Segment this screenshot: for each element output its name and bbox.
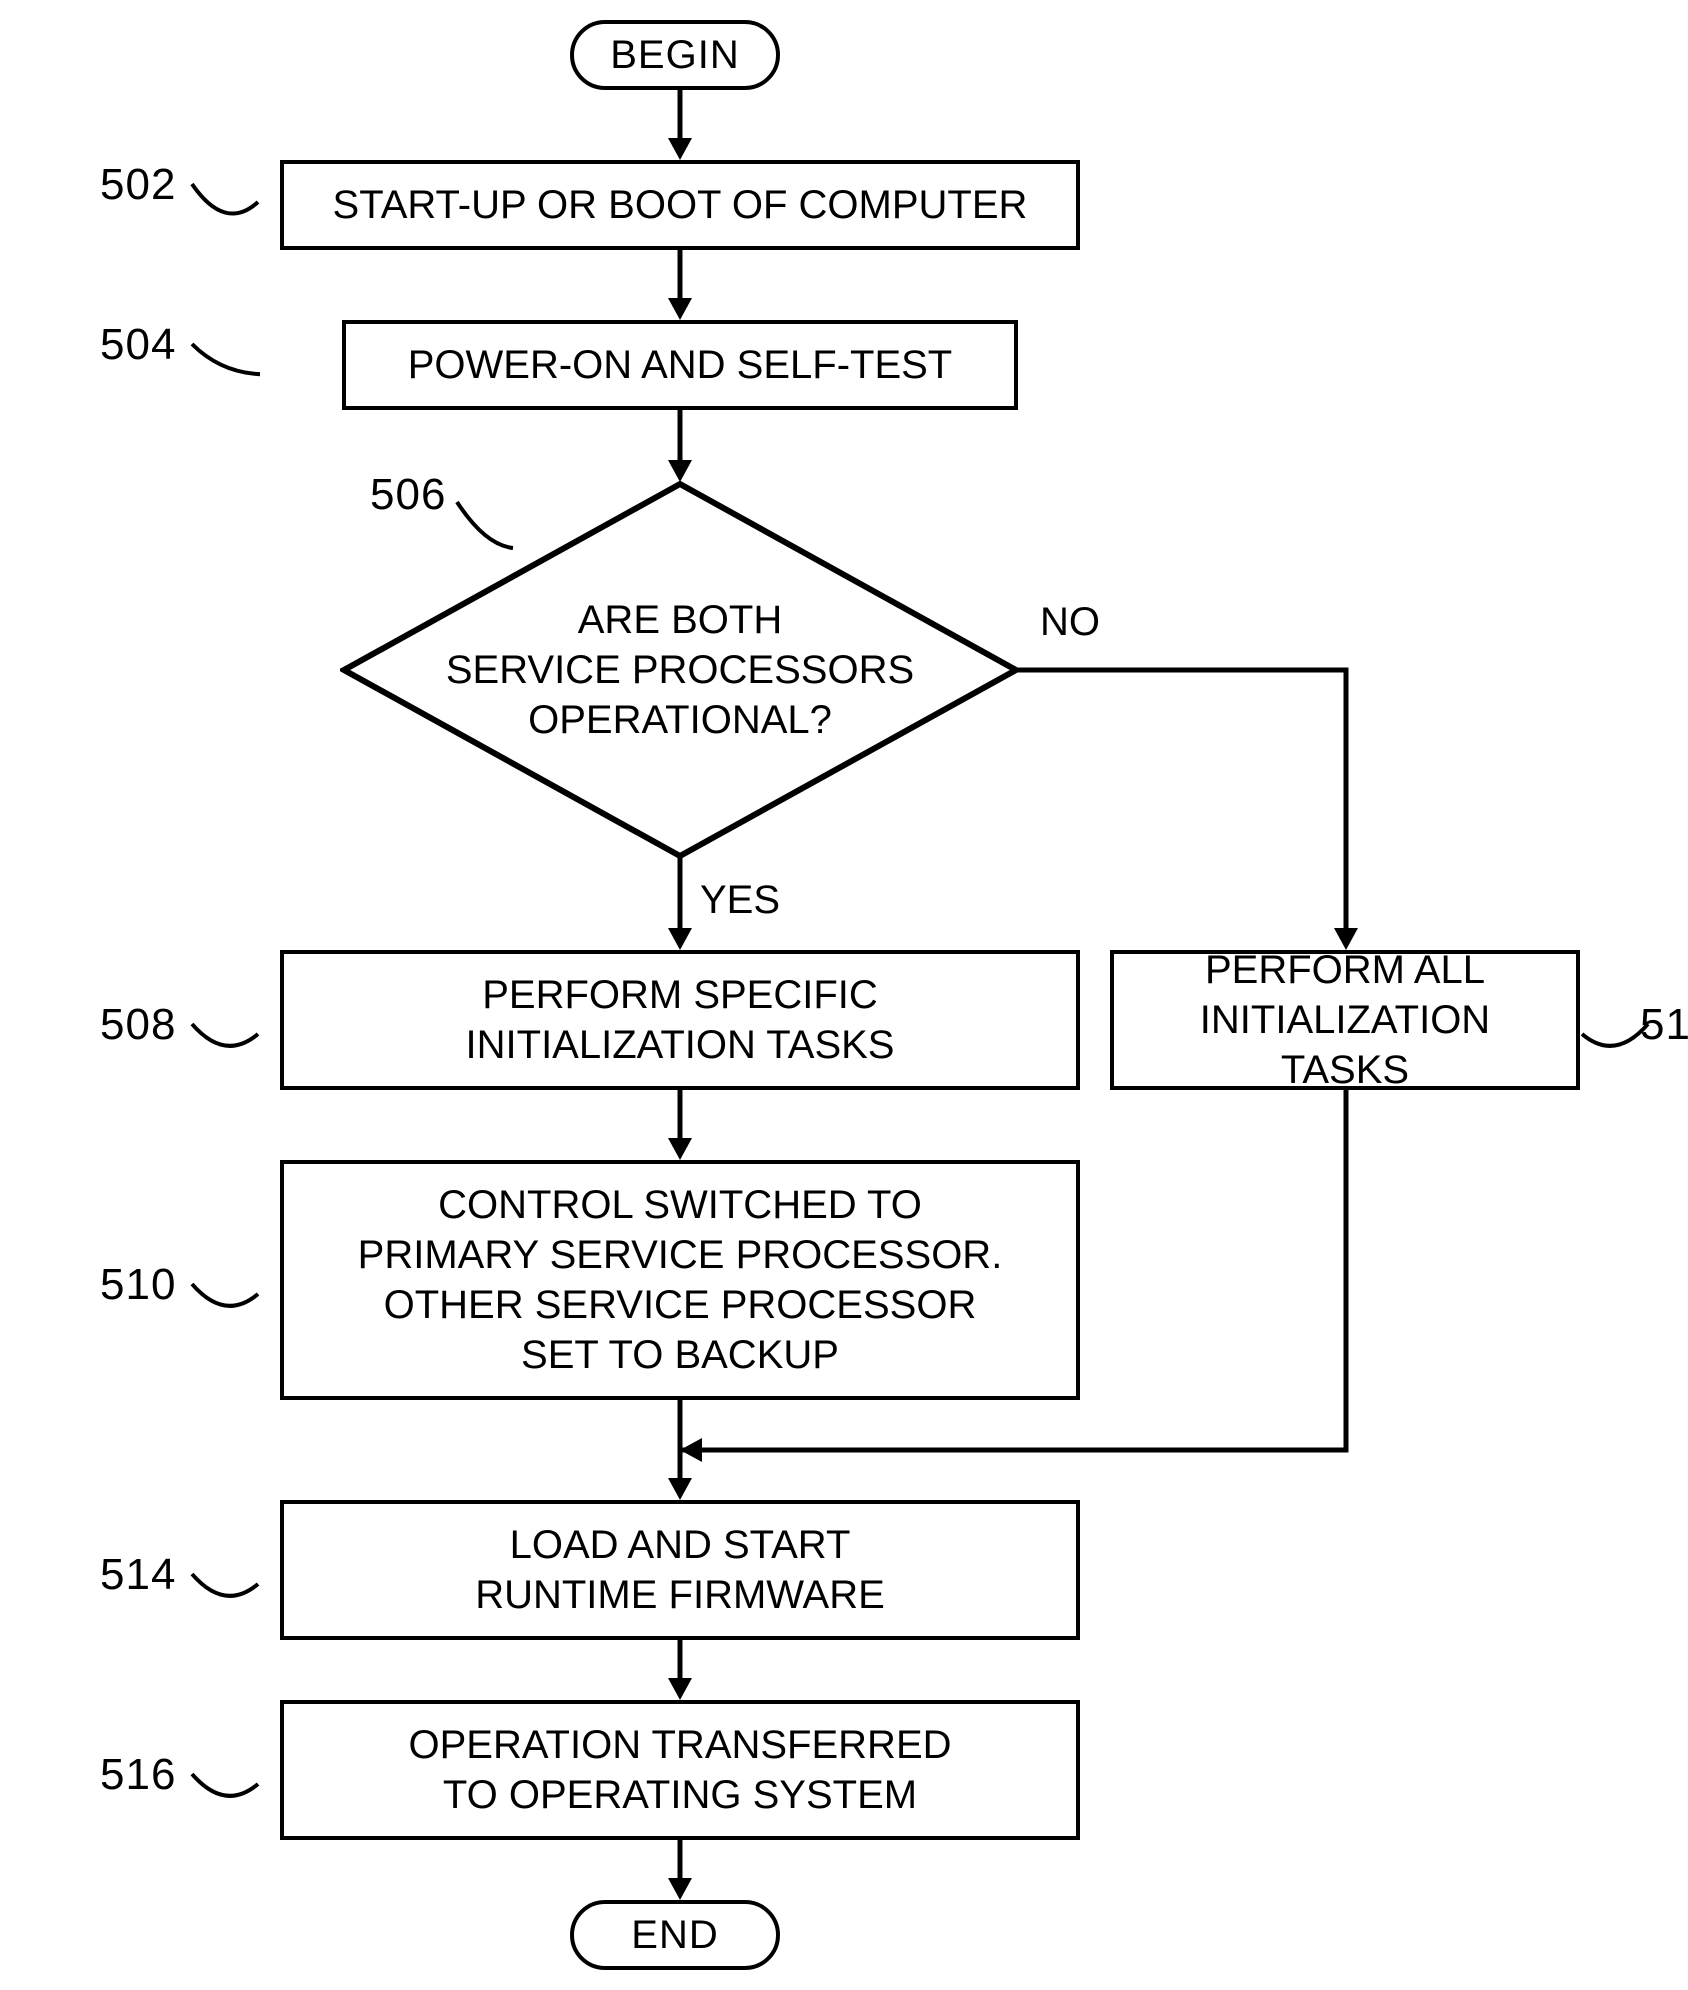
process-516: OPERATION TRANSFERRED TO OPERATING SYSTE… bbox=[280, 1700, 1080, 1840]
process-502: START-UP OR BOOT OF COMPUTER bbox=[280, 160, 1080, 250]
process-504-text: POWER-ON AND SELF-TEST bbox=[408, 340, 953, 390]
decision-506: ARE BOTH SERVICE PROCESSORS OPERATIONAL? bbox=[340, 480, 1020, 860]
process-512-l2: INITIALIZATION TASKS bbox=[1134, 995, 1556, 1095]
ref-502: 502 bbox=[100, 160, 176, 210]
process-502-text: START-UP OR BOOT OF COMPUTER bbox=[333, 180, 1028, 230]
ref-tick-514 bbox=[190, 1562, 260, 1612]
arrow-begin-502 bbox=[662, 90, 698, 162]
process-514-l2: RUNTIME FIRMWARE bbox=[475, 1570, 885, 1620]
ref-514: 514 bbox=[100, 1550, 176, 1600]
process-512: PERFORM ALL INITIALIZATION TASKS bbox=[1110, 950, 1580, 1090]
ref-tick-502 bbox=[190, 182, 260, 232]
ref-516: 516 bbox=[100, 1750, 176, 1800]
terminator-begin: BEGIN bbox=[570, 20, 780, 90]
ref-510: 510 bbox=[100, 1260, 176, 1310]
ref-504: 504 bbox=[100, 320, 176, 370]
process-516-l1: OPERATION TRANSFERRED bbox=[408, 1720, 951, 1770]
ref-tick-516 bbox=[190, 1762, 260, 1812]
terminator-begin-label: BEGIN bbox=[610, 33, 739, 78]
arrow-512-merge bbox=[680, 1090, 1366, 1462]
decision-506-l2: SERVICE PROCESSORS bbox=[446, 645, 914, 695]
process-508: PERFORM SPECIFIC INITIALIZATION TASKS bbox=[280, 950, 1080, 1090]
decision-506-text: ARE BOTH SERVICE PROCESSORS OPERATIONAL? bbox=[446, 595, 914, 745]
arrow-504-506 bbox=[662, 410, 698, 484]
process-516-l2: TO OPERATING SYSTEM bbox=[408, 1770, 951, 1820]
process-512-l1: PERFORM ALL bbox=[1134, 945, 1556, 995]
arrow-506-512 bbox=[1016, 652, 1364, 952]
process-514: LOAD AND START RUNTIME FIRMWARE bbox=[280, 1500, 1080, 1640]
terminator-end-label: END bbox=[631, 1913, 718, 1958]
ref-tick-510 bbox=[190, 1272, 260, 1322]
edge-label-no: NO bbox=[1040, 600, 1100, 645]
terminator-end: END bbox=[570, 1900, 780, 1970]
ref-506: 506 bbox=[370, 470, 446, 520]
ref-tick-512 bbox=[1580, 1012, 1650, 1062]
edge-label-yes: YES bbox=[700, 878, 780, 923]
ref-tick-506 bbox=[455, 500, 525, 550]
arrow-502-504 bbox=[662, 250, 698, 322]
ref-508: 508 bbox=[100, 1000, 176, 1050]
ref-tick-504 bbox=[190, 342, 260, 392]
decision-506-l3: OPERATIONAL? bbox=[446, 695, 914, 745]
arrow-506-508 bbox=[662, 856, 698, 952]
ref-tick-508 bbox=[190, 1012, 260, 1062]
process-508-l1: PERFORM SPECIFIC bbox=[466, 970, 895, 1020]
decision-506-l1: ARE BOTH bbox=[446, 595, 914, 645]
process-514-l1: LOAD AND START bbox=[475, 1520, 885, 1570]
arrow-514-516 bbox=[662, 1640, 698, 1702]
process-508-l2: INITIALIZATION TASKS bbox=[466, 1020, 895, 1070]
process-504: POWER-ON AND SELF-TEST bbox=[342, 320, 1018, 410]
arrow-516-end bbox=[662, 1840, 698, 1902]
